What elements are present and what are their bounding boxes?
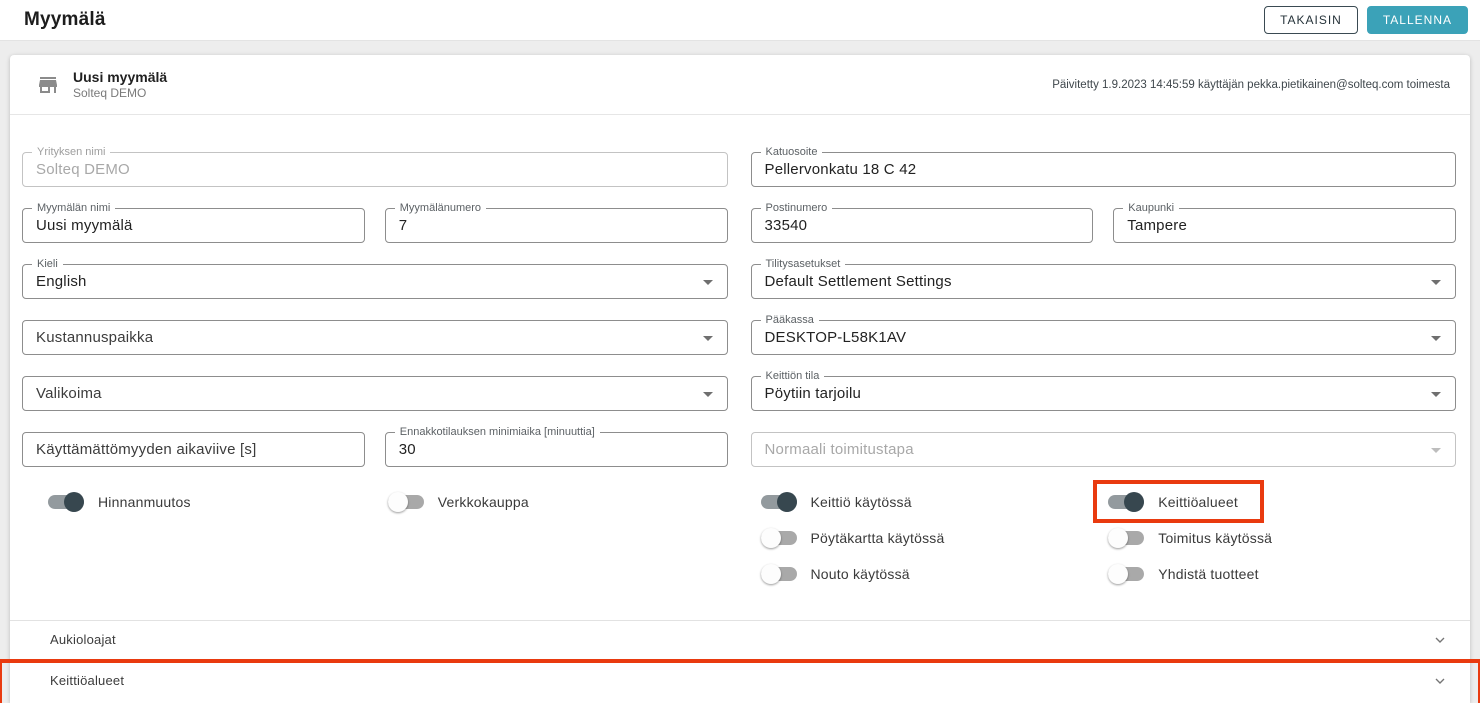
accordion-label: Aukioloajat <box>50 632 116 647</box>
delivery-method-select: Normaali toimitustapa <box>750 432 1456 467</box>
field-label: Myymälän nimi <box>32 202 116 214</box>
annotation-highlight-box <box>0 659 1480 703</box>
field-placeholder: Kustannuspaikka <box>36 329 154 346</box>
field-value: Solteq DEMO <box>36 161 130 178</box>
field-value: English <box>36 273 87 290</box>
card-header: Uusi myymälä Solteq DEMO Päivitetty 1.9.… <box>10 55 1470 115</box>
toggle-label: Keittiöalueet <box>1158 494 1238 510</box>
store-heading: Uusi myymälä Solteq DEMO <box>73 69 167 100</box>
chevron-down-icon <box>1435 637 1445 643</box>
postal-code-field[interactable]: Postinumero 33540 <box>750 202 1094 243</box>
store-icon <box>39 76 57 93</box>
field-label: Tilitysasetukset <box>760 258 846 270</box>
switch-icon <box>760 528 797 548</box>
main-register-select[interactable]: Pääkassa DESKTOP-L58K1AV <box>750 314 1456 355</box>
toggle-label: Pöytäkartta käytössä <box>810 530 945 546</box>
field-placeholder: Valikoima <box>36 385 102 402</box>
topbar: Myymälä TAKAISIN TALLENNA <box>0 0 1480 41</box>
street-address-field[interactable]: Katuosoite Pellervonkatu 18 C 42 <box>750 146 1456 187</box>
accordion-section: Aukioloajat Keittiöalueet <box>0 620 1480 703</box>
field-value: Tampere <box>1127 217 1188 234</box>
toggle-keittio-kaytossa[interactable]: Keittiö käytössä <box>760 492 912 512</box>
switch-icon <box>1108 564 1145 584</box>
field-label: Katuosoite <box>760 146 823 158</box>
switch-icon <box>760 492 797 512</box>
field-value: Pellervonkatu 18 C 42 <box>764 161 917 178</box>
company-name-field: Yrityksen nimi Solteq DEMO <box>22 146 728 187</box>
accordion-label: Keittiöalueet <box>50 673 125 688</box>
store-name-field[interactable]: Myymälän nimi Uusi myymälä <box>22 202 365 243</box>
assortment-select[interactable]: Valikoima <box>22 376 728 411</box>
store-company: Solteq DEMO <box>73 86 147 100</box>
dropdown-arrow-icon <box>1431 335 1441 341</box>
toggle-label: Yhdistä tuotteet <box>1158 566 1259 582</box>
field-label: Pääkassa <box>760 314 819 326</box>
kitchen-state-select[interactable]: Keittiön tila Pöytiin tarjoilu <box>750 370 1456 411</box>
dropdown-arrow-icon <box>702 279 713 285</box>
idle-delay-field[interactable]: Käyttämättömyyden aikaviive [s] <box>22 432 365 467</box>
cost-center-select[interactable]: Kustannuspaikka <box>22 320 728 355</box>
dropdown-arrow-icon <box>702 335 713 341</box>
form-left-column: Yrityksen nimi Solteq DEMO Myymälän nimi… <box>22 146 728 584</box>
page-title: Myymälä <box>24 9 106 30</box>
toggle-nouto-kaytossa[interactable]: Nouto käytössä <box>760 564 910 584</box>
field-value: DESKTOP-L58K1AV <box>764 329 907 346</box>
field-value: 33540 <box>764 217 808 234</box>
chevron-down-icon <box>1435 678 1445 684</box>
field-value: Uusi myymälä <box>36 217 133 234</box>
toggle-label: Keittiö käytössä <box>810 494 912 510</box>
toggle-keittioalueet[interactable]: Keittiöalueet <box>1093 480 1264 523</box>
settlement-settings-select[interactable]: Tilitysasetukset Default Settlement Sett… <box>750 258 1456 299</box>
accordion-kitchen-areas[interactable]: Keittiöalueet <box>0 659 1480 703</box>
field-value: 30 <box>398 441 416 458</box>
dropdown-arrow-icon <box>1431 447 1441 453</box>
dropdown-arrow-icon <box>1431 279 1441 285</box>
toggle-toimitus-kaytossa[interactable]: Toimitus käytössä <box>1108 528 1272 548</box>
toggle-verkkokauppa[interactable]: Verkkokauppa <box>387 492 529 512</box>
store-name: Uusi myymälä <box>73 69 168 85</box>
language-select[interactable]: Kieli English <box>22 258 728 299</box>
toggle-label: Nouto käytössä <box>810 566 910 582</box>
field-value: 7 <box>398 217 408 234</box>
toggle-label: Hinnanmuutos <box>98 494 191 510</box>
accordion-opening-hours[interactable]: Aukioloajat <box>10 620 1470 658</box>
field-label: Yrityksen nimi <box>32 146 111 158</box>
topbar-actions: TAKAISIN TALLENNA <box>1264 6 1468 34</box>
toggle-hinnanmuutos[interactable]: Hinnanmuutos <box>48 492 191 512</box>
back-button[interactable]: TAKAISIN <box>1264 6 1358 34</box>
switch-icon <box>48 492 84 512</box>
preorder-min-field[interactable]: Ennakkotilauksen minimiaika [minuuttia] … <box>384 426 728 467</box>
field-value: Default Settlement Settings <box>764 273 952 290</box>
toggle-poytakartta-kaytossa[interactable]: Pöytäkartta käytössä <box>760 528 945 548</box>
switch-icon <box>1108 492 1145 512</box>
last-updated-info: Päivitetty 1.9.2023 14:45:59 käyttäjän p… <box>1052 78 1450 91</box>
switch-icon <box>760 564 797 584</box>
field-label: Kieli <box>32 258 63 270</box>
right-toggles: Keittiö käytössä Keittiöalueet Pöytäkart… <box>751 480 1457 584</box>
toggle-label: Toimitus käytössä <box>1158 530 1273 546</box>
switch-icon <box>387 492 424 512</box>
field-label: Myymälänumero <box>394 202 487 214</box>
switch-icon <box>1108 528 1145 548</box>
field-placeholder: Käyttämättömyyden aikaviive [s] <box>36 441 257 458</box>
field-label: Kaupunki <box>1123 202 1180 214</box>
dropdown-arrow-icon <box>702 391 713 397</box>
dropdown-arrow-icon <box>1431 391 1441 397</box>
toggle-yhdista-tuotteet[interactable]: Yhdistä tuotteet <box>1108 564 1259 584</box>
store-form: Yrityksen nimi Solteq DEMO Myymälän nimi… <box>10 115 1470 584</box>
field-value: Pöytiin tarjoilu <box>764 385 862 402</box>
field-label: Ennakkotilauksen minimiaika [minuuttia] <box>394 426 600 438</box>
store-card: Uusi myymälä Solteq DEMO Päivitetty 1.9.… <box>0 55 1480 703</box>
store-number-field[interactable]: Myymälänumero 7 <box>384 202 728 243</box>
form-right-column: Katuosoite Pellervonkatu 18 C 42 Postinu… <box>750 146 1457 584</box>
field-label: Keittiön tila <box>760 370 825 382</box>
save-button[interactable]: TALLENNA <box>1366 6 1468 34</box>
city-field[interactable]: Kaupunki Tampere <box>1113 202 1456 243</box>
field-label: Postinumero <box>760 202 833 214</box>
toggle-label: Verkkokauppa <box>437 494 529 510</box>
field-placeholder: Normaali toimitustapa <box>764 441 914 458</box>
left-toggles: Hinnanmuutos Verkkokauppa <box>22 492 728 512</box>
